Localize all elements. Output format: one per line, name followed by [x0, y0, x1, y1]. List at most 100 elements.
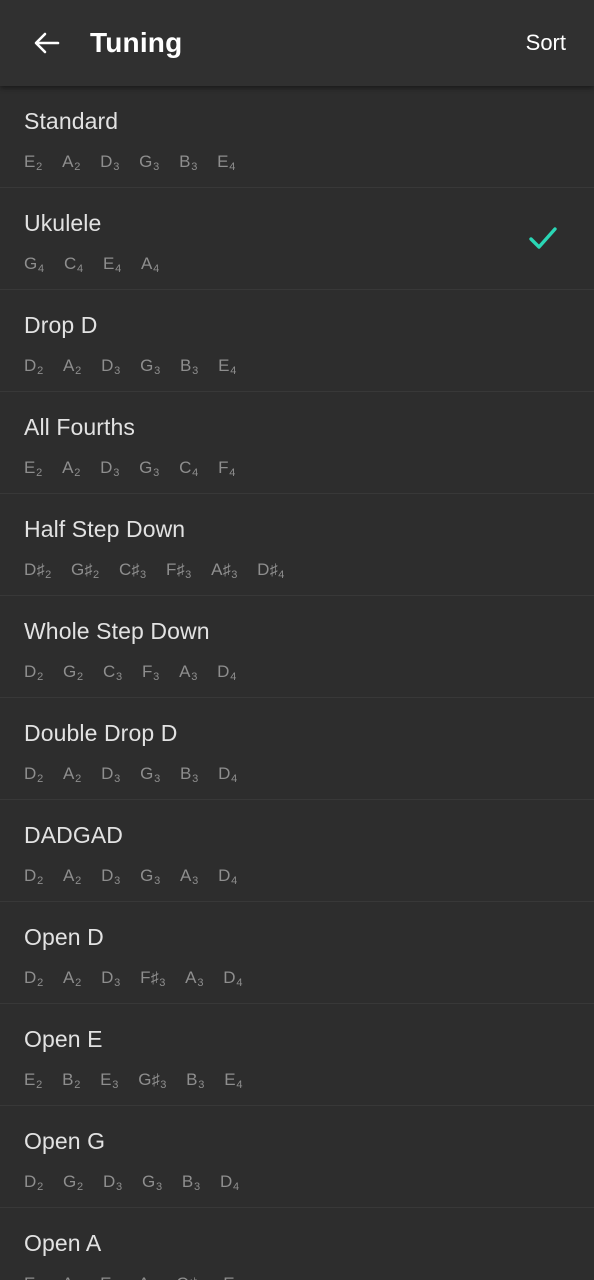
tuning-row[interactable]: Double Drop D D2 A2 D3 G3 B3 D4: [0, 698, 594, 800]
tuning-note: D2: [24, 764, 44, 785]
tuning-note: B3: [186, 1070, 205, 1091]
tuning-notes: D2 G2 D3 G3 B3 D4: [24, 1172, 570, 1194]
tuning-notes: D♯2 G♯2 C♯3 F♯3 A♯3 D♯4: [24, 560, 570, 582]
tuning-note: F3: [141, 662, 160, 683]
tuning-note: C♯4: [176, 1274, 203, 1280]
app-bar: Tuning Sort: [0, 0, 594, 86]
tuning-notes: D2 G2 C3 F3 A3 D4: [24, 662, 570, 684]
tuning-note: G3: [140, 764, 161, 785]
tuning-note: F♯3: [140, 968, 166, 989]
tuning-note: A3: [138, 1274, 156, 1280]
tuning-note: D3: [101, 764, 121, 785]
tuning-notes: E2 B2 E3 G♯3 B3 E4: [24, 1070, 570, 1092]
tuning-name: Half Step Down: [24, 516, 186, 542]
tuning-note: D3: [101, 866, 121, 887]
tuning-note: G♯3: [138, 1070, 167, 1091]
tuning-note: F4: [218, 458, 236, 479]
tuning-row[interactable]: Open D D2 A2 D3 F♯3 A3 D4: [0, 902, 594, 1004]
tuning-list[interactable]: Standard E2 A2 D3 G3 B3 E4 Ukulele G4 C4 E4 A4 Drop …: [0, 86, 594, 1280]
tuning-note: A2: [63, 356, 82, 377]
tuning-note: B3: [180, 356, 199, 377]
tuning-note: E4: [218, 356, 237, 377]
tuning-notes: D2 A2 D3 G3 B3 E4: [24, 356, 570, 378]
tuning-note: D2: [24, 866, 44, 887]
tuning-note: E2: [24, 1070, 43, 1091]
tuning-note: D4: [217, 662, 237, 683]
tuning-row[interactable]: Ukulele G4 C4 E4 A4: [0, 188, 594, 290]
tuning-notes: E2 A2 E3 A3 C♯4 E4: [24, 1274, 570, 1280]
tuning-note: A3: [180, 866, 199, 887]
tuning-notes: D2 A2 D3 G3 B3 D4: [24, 764, 570, 786]
tuning-note: E2: [24, 152, 43, 173]
tuning-note: D2: [24, 356, 44, 377]
tuning-note: D3: [101, 356, 121, 377]
tuning-notes: D2 A2 D3 F♯3 A3 D4: [24, 968, 570, 990]
tuning-note: E4: [224, 1070, 243, 1091]
tuning-note: A3: [179, 662, 198, 683]
tuning-note: A♯3: [211, 560, 238, 581]
tuning-note: D4: [219, 1172, 240, 1193]
tuning-notes: G4 C4 E4 A4: [24, 254, 570, 276]
tuning-note: G4: [24, 254, 45, 275]
tuning-note: E3: [100, 1070, 119, 1091]
tuning-note: A2: [62, 458, 81, 479]
tuning-note: C4: [63, 254, 84, 275]
tuning-note: D♯2: [24, 560, 52, 581]
tuning-note: F♯3: [165, 560, 192, 581]
tuning-note: D2: [24, 662, 44, 683]
tuning-note: A2: [63, 764, 82, 785]
tuning-note: C3: [102, 662, 123, 683]
tuning-notes: D2 A2 D3 G3 A3 D4: [24, 866, 570, 888]
tuning-row[interactable]: Whole Step Down D2 G2 C3 F3 A3 D4: [0, 596, 594, 698]
tuning-name: DADGAD: [24, 822, 124, 848]
tuning-row[interactable]: Standard E2 A2 D3 G3 B3 E4: [0, 86, 594, 188]
tuning-name: Standard: [24, 108, 119, 134]
sort-button[interactable]: Sort: [524, 24, 568, 62]
tuning-note: D3: [101, 968, 121, 989]
tuning-screen: Tuning Sort Standard E2 A2 D3 G3 B3 E4 Ukulele G…: [0, 0, 594, 1280]
tuning-name: Whole Step Down: [24, 618, 210, 644]
tuning-row[interactable]: Open E E2 B2 E3 G♯3 B3 E4: [0, 1004, 594, 1106]
tuning-name: Open D: [24, 924, 104, 950]
tuning-note: C♯3: [118, 560, 147, 581]
tuning-note: G2: [63, 662, 84, 683]
tuning-name: Open E: [24, 1026, 103, 1052]
tuning-note: D2: [24, 968, 44, 989]
tuning-name: Ukulele: [24, 210, 102, 236]
tuning-note: E3: [100, 1274, 118, 1280]
tuning-note: A4: [141, 254, 160, 275]
tuning-name: Open A: [24, 1230, 102, 1256]
tuning-note: D3: [102, 1172, 123, 1193]
tuning-row[interactable]: Half Step Down D♯2 G♯2 C♯3 F♯3 A♯3 D♯4: [0, 494, 594, 596]
tuning-note: A2: [63, 866, 82, 887]
check-icon: [526, 222, 560, 256]
tuning-row[interactable]: DADGAD D2 A2 D3 G3 A3 D4: [0, 800, 594, 902]
tuning-note: D4: [218, 866, 238, 887]
tuning-row[interactable]: All Fourths E2 A2 D3 G3 C4 F4: [0, 392, 594, 494]
tuning-note: D2: [24, 1172, 44, 1193]
tuning-row[interactable]: Drop D D2 A2 D3 G3 B3 E4: [0, 290, 594, 392]
tuning-note: A2: [62, 152, 81, 173]
arrow-left-icon: [30, 27, 62, 59]
tuning-note: A2: [62, 1274, 80, 1280]
tuning-note: E2: [24, 458, 43, 479]
tuning-name: Double Drop D: [24, 720, 178, 746]
tuning-note: A3: [185, 968, 204, 989]
page-title: Tuning: [90, 27, 183, 58]
tuning-note: B3: [179, 152, 198, 173]
tuning-note: G2: [63, 1172, 84, 1193]
tuning-note: D♯4: [257, 560, 285, 581]
tuning-row[interactable]: Open A E2 A2 E3 A3 C♯4 E4: [0, 1208, 594, 1280]
tuning-note: G3: [140, 356, 161, 377]
back-button[interactable]: [24, 21, 68, 65]
tuning-note: E2: [24, 1274, 42, 1280]
tuning-notes: E2 A2 D3 G3 B3 E4: [24, 152, 570, 174]
tuning-note: B3: [180, 764, 199, 785]
tuning-note: D4: [223, 968, 243, 989]
tuning-note: G3: [139, 458, 160, 479]
tuning-name: All Fourths: [24, 414, 136, 440]
tuning-note: G3: [139, 152, 160, 173]
tuning-note: E4: [223, 1274, 241, 1280]
tuning-name: Open G: [24, 1128, 106, 1154]
tuning-row[interactable]: Open G D2 G2 D3 G3 B3 D4: [0, 1106, 594, 1208]
